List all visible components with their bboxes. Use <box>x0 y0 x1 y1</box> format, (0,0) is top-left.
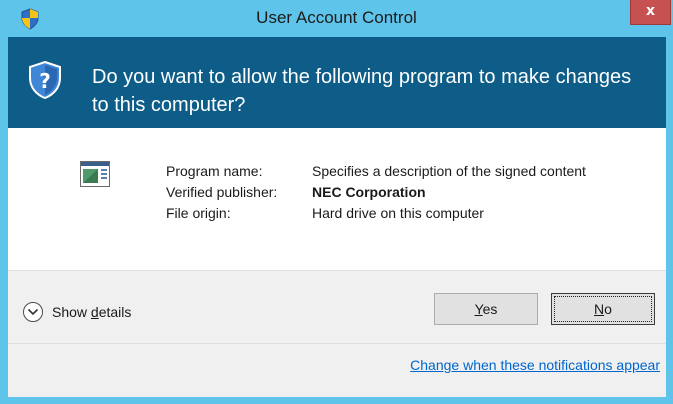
question-shield-icon: ? <box>29 61 61 99</box>
question-banner: ? Do you want to allow the following pro… <box>8 37 666 128</box>
banner-question: Do you want to allow the following progr… <box>92 66 632 116</box>
file-origin-label: File origin: <box>166 205 231 221</box>
publisher-row: Verified publisher: NEC Corporation <box>166 183 602 204</box>
program-name-label: Program name: <box>166 163 263 179</box>
publisher-label: Verified publisher: <box>166 184 278 200</box>
svg-text:?: ? <box>39 69 51 93</box>
footer-divider <box>8 343 666 344</box>
program-window-icon <box>80 161 110 187</box>
details-label-start: Show <box>52 304 91 320</box>
file-origin-row: File origin: Hard drive on this computer <box>166 204 602 225</box>
no-mnemonic: N <box>594 301 605 317</box>
title-bar[interactable]: User Account Control x <box>0 0 673 37</box>
no-button[interactable]: No <box>551 293 655 325</box>
publisher-value: NEC Corporation <box>312 184 426 200</box>
no-label-rest: o <box>604 301 612 317</box>
change-notifications-link[interactable]: Change when these notifications appear <box>410 357 660 373</box>
yes-mnemonic: Y <box>474 301 483 317</box>
show-details-label[interactable]: Show details <box>52 304 131 320</box>
details-mnemonic: d <box>90 304 99 320</box>
file-origin-value: Hard drive on this computer <box>312 205 484 221</box>
program-info-panel: Program name: Specifies a description of… <box>8 128 666 270</box>
details-label-end: etails <box>98 304 132 320</box>
dialog-footer: Show details Yes No Change when these no… <box>8 270 666 397</box>
uac-dialog: User Account Control x ? Do you want to … <box>0 0 673 404</box>
program-name-value: Specifies a description of the signed co… <box>312 163 586 179</box>
program-info-table: Program name: Specifies a description of… <box>166 162 602 225</box>
show-details-toggle[interactable]: Show details <box>23 301 131 323</box>
close-button[interactable]: x <box>630 0 671 25</box>
chevron-down-icon[interactable] <box>23 302 43 322</box>
program-name-row: Program name: Specifies a description of… <box>166 162 602 183</box>
yes-button[interactable]: Yes <box>434 293 538 325</box>
window-title: User Account Control <box>256 8 417 27</box>
yes-label-rest: es <box>482 301 498 317</box>
